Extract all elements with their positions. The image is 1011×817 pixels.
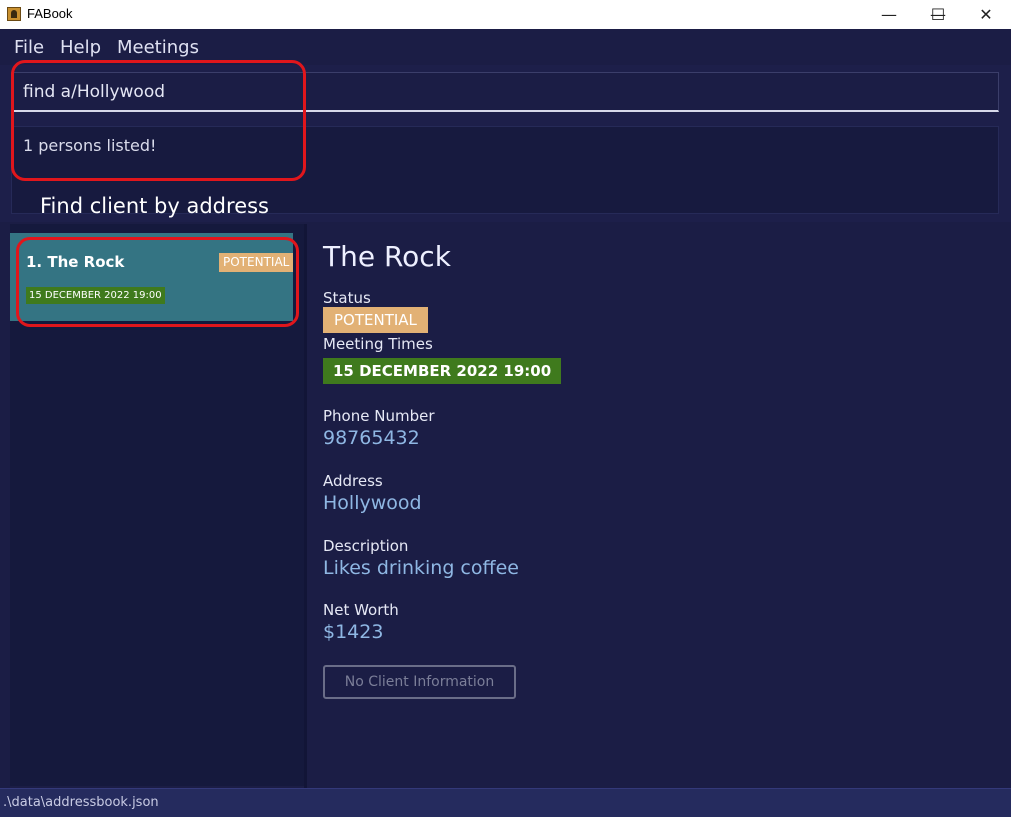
window-close-button[interactable]: ✕	[963, 0, 1009, 29]
detail-status-badge: POTENTIAL	[323, 307, 428, 333]
annotation-caption: Find client by address	[40, 194, 269, 218]
detail-networth-value: $1423	[323, 621, 384, 643]
detail-description-label: Description	[323, 537, 409, 555]
menu-meetings[interactable]: Meetings	[117, 37, 199, 58]
app-book-icon	[7, 7, 21, 21]
no-client-information-button[interactable]: No Client Information	[323, 665, 516, 699]
detail-address-value: Hollywood	[323, 492, 422, 514]
command-highlight-annotation	[11, 60, 306, 181]
window-title: FABook	[27, 6, 73, 21]
menu-help[interactable]: Help	[60, 37, 101, 58]
window-titlebar: FABook —	[0, 0, 1011, 29]
detail-address-label: Address	[323, 472, 383, 490]
detail-meeting-label: Meeting Times	[323, 335, 433, 353]
detail-phone-value: 98765432	[323, 427, 420, 449]
detail-description-value: Likes drinking coffee	[323, 557, 519, 579]
menu-file[interactable]: File	[14, 37, 44, 58]
detail-meeting-tag: 15 DECEMBER 2022 19:00	[323, 358, 562, 384]
window-minimize-button[interactable]: —	[866, 0, 912, 29]
detail-name: The Rock	[323, 240, 451, 273]
card-highlight-annotation	[16, 237, 299, 327]
detail-status-label: Status	[323, 289, 371, 307]
status-bar: .\data\addressbook.json	[0, 788, 1011, 817]
storage-path: .\data\addressbook.json	[3, 795, 159, 810]
detail-phone-label: Phone Number	[323, 407, 435, 425]
window-maximize-button[interactable]: ☐	[915, 0, 961, 29]
detail-networth-label: Net Worth	[323, 601, 399, 619]
